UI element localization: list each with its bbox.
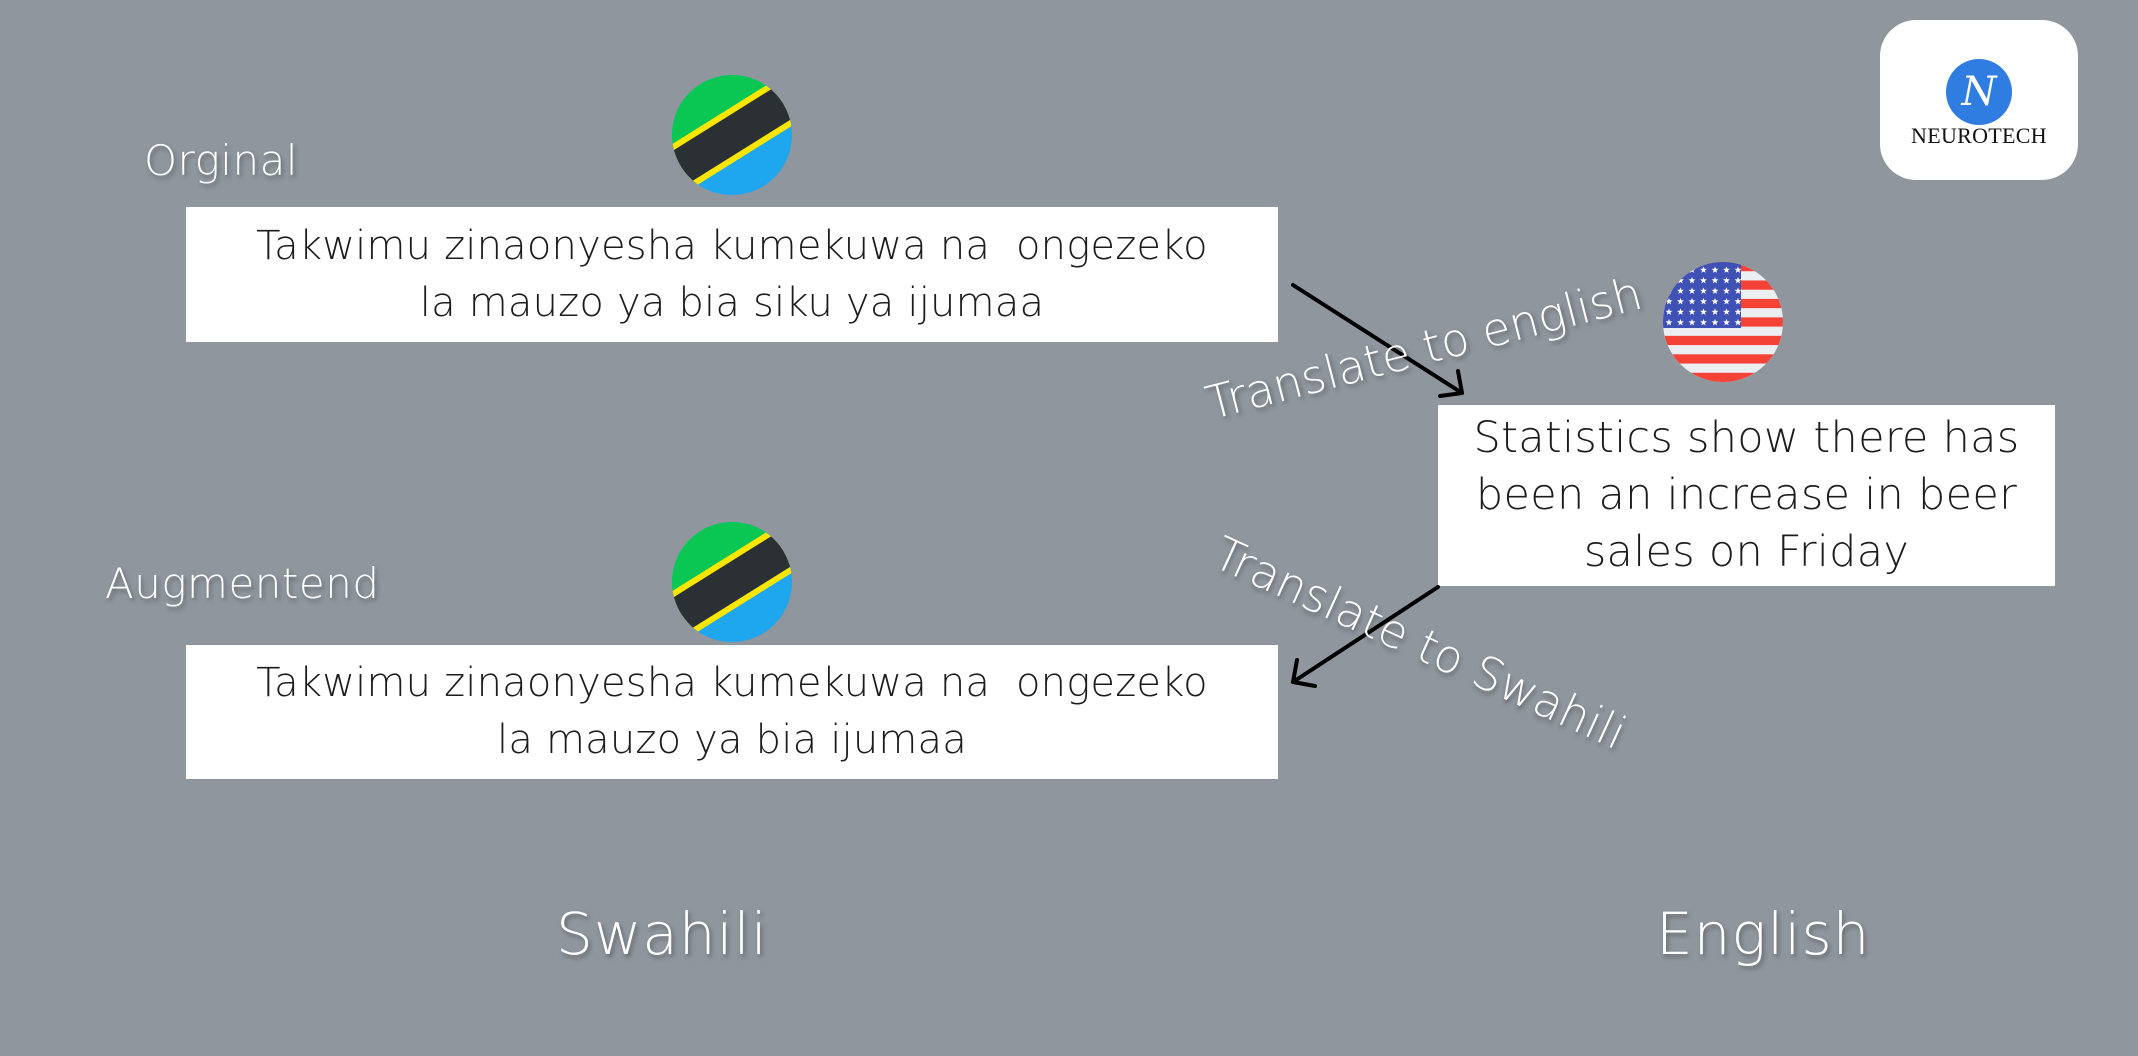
english-language-label: English <box>1656 900 1871 968</box>
swahili-language-label: Swahili <box>556 900 768 968</box>
arrows-layer <box>1291 283 1464 688</box>
arrow-to-english-head <box>1438 369 1464 398</box>
